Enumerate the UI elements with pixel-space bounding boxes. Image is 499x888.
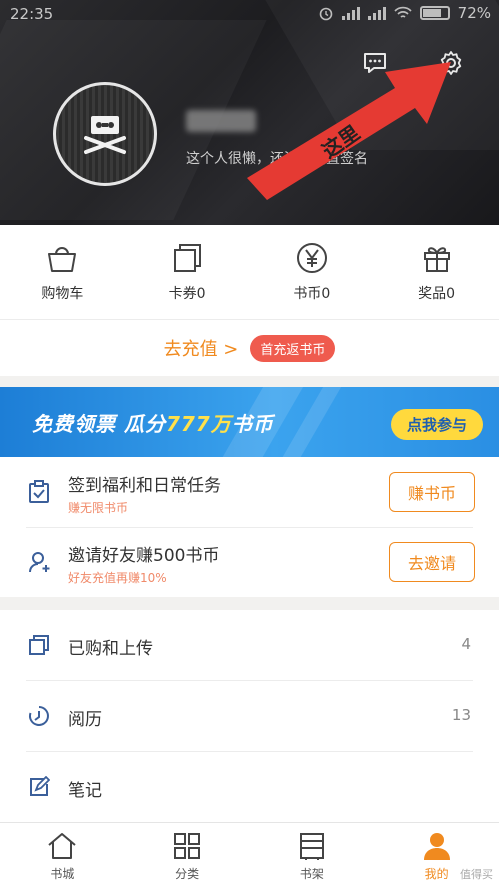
quick-action-prizes[interactable]: 奖品0 [374,225,499,319]
banner-cta-button[interactable]: 点我参与 [390,409,483,440]
task-title: 邀请好友赚500书币 [68,546,220,566]
menu-item-notes[interactable]: 笔记 [0,752,499,822]
gift-icon [423,247,450,272]
quick-action-label: 书币0 [293,286,331,302]
nav-label: 书架 [299,867,324,881]
quick-action-coins[interactable]: 书币0 [250,225,375,319]
signal-icon [341,6,360,20]
history-icon [29,706,49,726]
avatar[interactable] [53,82,157,186]
bookshelf-icon [299,833,324,860]
add-friend-icon [29,552,50,573]
recharge-row: 去充值 > 首充返书币 [0,319,499,376]
nav-label: 我的 [424,867,449,881]
status-bar: 22:35 72% [0,0,499,30]
quick-action-label: 奖品0 [418,286,456,302]
menu-item-label: 阅历 [68,710,102,730]
nav-category[interactable]: 分类 [125,823,250,888]
watermark: 值得买 [460,868,493,881]
quick-action-cart[interactable]: 购物车 [0,225,125,319]
nav-bookshelf[interactable]: 书架 [250,823,375,888]
nav-label: 书城 [50,867,75,881]
category-grid-icon [174,833,201,859]
banner-text: 免费领票 瓜分777万书币 [32,408,274,437]
yen-coin-icon [296,243,327,273]
task-subtitle: 好友充值再赚10% [68,571,167,585]
coupon-icon [174,244,202,272]
invite-button[interactable]: 去邀请 [389,542,475,582]
menu-item-history[interactable]: 阅历 13 [0,681,499,751]
home-icon [48,833,77,859]
banner-text-part: 书币 [231,412,274,436]
checkin-clipboard-icon [29,480,49,503]
earn-coins-button[interactable]: 赚书币 [389,472,475,512]
menu-item-count: 4 [461,635,471,653]
wifi-icon [394,6,412,18]
menu-item-label: 已购和上传 [68,639,153,659]
quick-action-label: 卡券0 [168,286,206,302]
menu-item-label: 笔记 [68,781,102,801]
status-time: 22:35 [10,5,54,23]
bottom-nav: 书城 分类 书架 我的 值得买 [0,822,499,888]
battery-level: 72% [457,4,491,22]
banner-text-part: 免费领票 瓜分 [32,412,166,436]
quick-action-coupon[interactable]: 卡券0 [125,225,250,319]
profile-header: 22:35 72% 这个人很懒，还没有设置签名 这里 [0,0,499,225]
quick-actions: 购物车 卡券0 书币0 奖品0 [0,225,499,319]
menu-item-purchased[interactable]: 已购和上传 4 [0,610,499,680]
quick-action-label: 购物车 [41,286,84,302]
menu-list: 已购和上传 4 阅历 13 笔记 [0,610,499,822]
menu-item-count: 13 [451,706,471,724]
recharge-link[interactable]: 去充值 > [164,335,239,361]
note-icon [30,776,50,796]
first-recharge-badge[interactable]: 首充返书币 [250,334,336,362]
person-icon [423,833,450,860]
cart-basket-icon [48,247,77,272]
promo-banner[interactable]: 免费领票 瓜分777万书币 点我参与 [0,387,499,457]
banner-highlight: 777万 [165,412,232,436]
task-subtitle: 赚无限书币 [68,501,129,515]
task-panel: 签到福利和日常任务 赚无限书币 赚书币 邀请好友赚500书币 好友充值再赚10%… [0,457,499,597]
cassette-skull-icon [84,116,126,154]
nav-bookstore[interactable]: 书城 [0,823,125,888]
nav-label: 分类 [175,867,200,881]
alarm-icon [319,7,332,21]
task-item: 邀请好友赚500书币 好友充值再赚10% 去邀请 [0,527,499,597]
task-item: 签到福利和日常任务 赚无限书币 赚书币 [0,457,499,527]
purchased-icon [29,635,49,655]
task-title: 签到福利和日常任务 [68,476,221,496]
battery-icon [419,6,450,20]
signal-icon [367,6,386,20]
